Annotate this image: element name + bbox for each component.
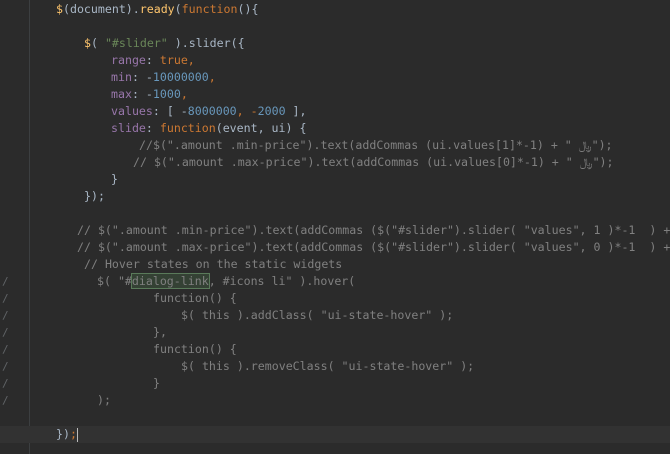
comment-line[interactable]: $( "#dialog-link, #icons li" ).hover( [97, 273, 355, 290]
text-cursor [76, 427, 78, 442]
current-line-highlight [0, 426, 670, 443]
code-line[interactable]: }); [84, 188, 105, 205]
comment-line[interactable]: // $(".amount .min-price").text(addComma… [77, 222, 670, 239]
code-editor[interactable]: / / / / / / / / $(document).ready(functi… [0, 0, 670, 454]
code-line[interactable]: values: [ -8000000, -2000 ], [111, 103, 307, 120]
fold-mark: / [2, 309, 9, 322]
comment-line[interactable]: // $(".amount .max-price").text(addComma… [133, 154, 614, 171]
search-match-highlight: dialog-link [130, 273, 210, 289]
gutter-divider [29, 0, 30, 454]
code-line[interactable]: min: -10000000, [111, 69, 216, 86]
comment-line[interactable]: function() { [153, 341, 237, 358]
comment-line[interactable]: // Hover states on the static widgets [84, 256, 342, 273]
code-line[interactable]: max: -1000, [111, 86, 188, 103]
code-line[interactable]: }); [56, 426, 78, 443]
fold-mark: / [2, 394, 9, 407]
fold-mark: / [2, 292, 9, 305]
comment-line[interactable]: $( this ).removeClass( "ui-state-hover" … [181, 358, 474, 375]
code-line[interactable]: } [111, 171, 118, 188]
fold-mark: / [2, 326, 9, 339]
comment-line[interactable]: ); [97, 392, 111, 409]
code-line[interactable]: $(document).ready(function(){ [56, 1, 258, 18]
comment-line[interactable]: } [153, 375, 160, 392]
fold-mark: / [2, 377, 9, 390]
comment-line[interactable]: }, [153, 324, 167, 341]
comment-line[interactable]: // $(".amount .max-price").text(addComma… [77, 239, 670, 256]
fold-mark: / [2, 275, 9, 288]
comment-line[interactable]: function() { [153, 290, 237, 307]
code-line[interactable]: range: true, [111, 52, 195, 69]
fold-mark: / [2, 360, 9, 373]
fold-mark: / [2, 343, 9, 356]
code-line[interactable]: slide: function(event, ui) { [111, 120, 306, 137]
comment-line[interactable]: //$(".amount .min-price").text(addCommas… [139, 137, 613, 154]
code-line[interactable]: $( "#slider" ).slider({ [84, 35, 245, 52]
gutter: / / / / / / / / [0, 0, 10, 454]
comment-line[interactable]: $( this ).addClass( "ui-state-hover" ); [181, 307, 453, 324]
